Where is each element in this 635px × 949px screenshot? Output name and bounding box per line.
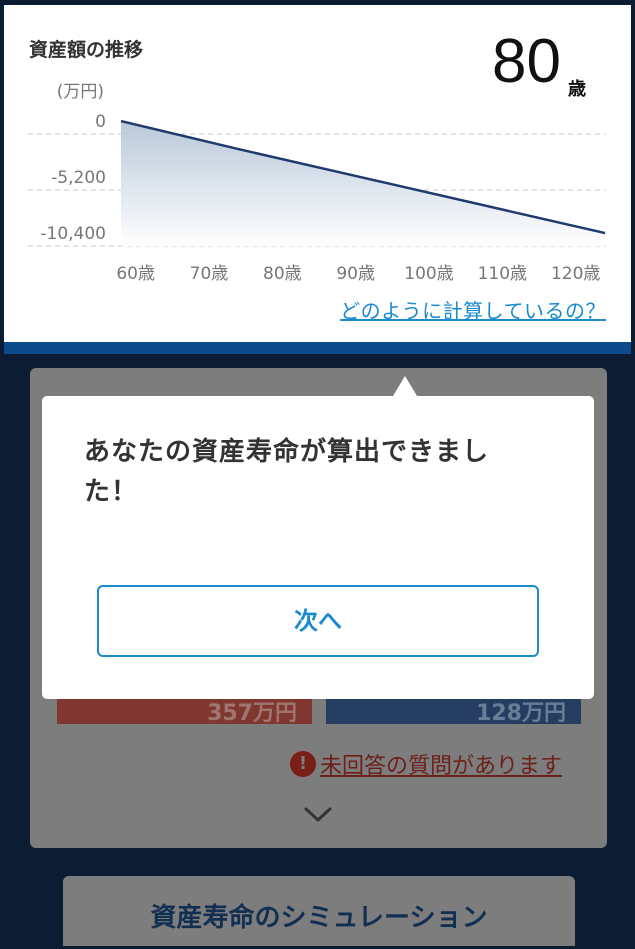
asset-chart: (万円) 0 -5,200 -10,400 60歳 70歳 80歳 90歳 100歳 110歳 12… [28, 82, 606, 284]
unanswered-questions-text: 未回答の質問があります [320, 754, 563, 779]
y-unit-label: (万円) [57, 82, 104, 102]
x-tick-label: 120歳 [551, 264, 600, 284]
popup-notch [393, 376, 417, 396]
x-tick-label: 110歳 [478, 264, 527, 284]
next-button[interactable]: 次へ [97, 585, 539, 657]
header-divider [4, 342, 631, 354]
x-tick-label: 60歳 [116, 264, 155, 284]
popup-message: あなたの資産寿命が算出できました！ [84, 437, 490, 507]
y-tick-label: -10,400 [40, 224, 106, 244]
y-tick-label: 0 [95, 112, 106, 132]
calculation-help-link[interactable]: どのように計算しているの？ [340, 295, 606, 324]
x-tick-label: 80歳 [263, 264, 302, 284]
unanswered-questions-link[interactable]: ! 未回答の質問があります [290, 748, 562, 780]
chevron-down-icon[interactable] [303, 806, 333, 824]
chart-area-fill [121, 121, 605, 246]
asset-chart-panel: 資産額の推移 80 歳 (万円) 0 -5,200 -10,400 60歳 70歳 80歳 9… [4, 5, 631, 342]
warning-icon: ! [290, 751, 316, 777]
x-tick-label: 90歳 [336, 264, 375, 284]
simulation-button[interactable]: 資産寿命のシミュレーション [63, 876, 575, 946]
x-tick-label: 100歳 [404, 264, 453, 284]
result-popup: あなたの資産寿命が算出できました！ 次へ [42, 396, 594, 699]
x-tick-label: 70歳 [190, 264, 229, 284]
y-tick-label: -5,200 [51, 168, 106, 188]
